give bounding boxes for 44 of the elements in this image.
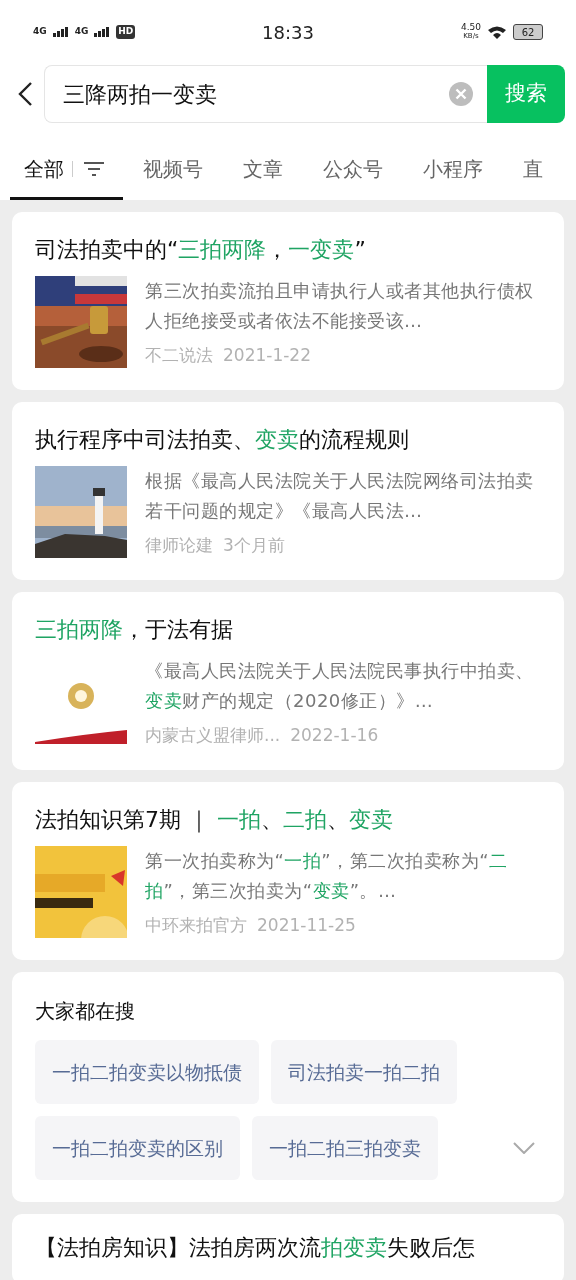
network-label: 4G <box>33 25 47 39</box>
result-title: 司法拍卖中的“三拍两降，一变卖” <box>35 236 367 264</box>
result-date: 3个月前 <box>223 534 285 557</box>
tab[interactable]: 小程序 <box>403 140 503 200</box>
result-card[interactable]: 执行程序中司法拍卖、变卖的流程规则 根据《最高人民法院关于人民法院网络司法拍卖若干问题的规定》《最高人民法… 律师论建 3个月前 <box>12 402 564 580</box>
result-date: 2022-1-16 <box>290 724 379 747</box>
tab[interactable]: 文章 <box>223 140 303 200</box>
result-source: 不二说法 <box>145 344 213 367</box>
result-date: 2021-1-22 <box>223 344 311 367</box>
result-source: 律师论建 <box>145 534 213 557</box>
result-date: 2021-11-25 <box>257 914 356 937</box>
result-snippet: 《最高人民法院关于人民法院民事执行中拍卖、 变卖财产的规定（2020修正）》… <box>145 659 535 713</box>
hd-badge: HD <box>116 25 136 39</box>
network-label: 4G <box>74 25 89 39</box>
tab[interactable]: 视频号 <box>123 140 223 200</box>
signal-icon <box>94 27 111 37</box>
signal-icon <box>52 27 69 37</box>
result-card[interactable]: 【法拍房知识】法拍房两次流拍变卖失败后怎 <box>12 1214 564 1280</box>
result-title: 三拍两降，于法有据 <box>35 616 234 644</box>
suggestion-chip[interactable]: 司法拍卖一拍二拍 <box>271 1040 457 1104</box>
suggestions-title: 大家都在搜 <box>35 998 136 1025</box>
result-source: 内蒙古义盟律师... <box>145 724 281 747</box>
result-card[interactable]: 司法拍卖中的“三拍两降，一变卖” 第三次拍卖流拍且申请执行人或者其他执行债权人拒绝接受或者依法不能接受该… 不二说法 2021-1-22 <box>12 212 564 390</box>
tab[interactable]: 全部 <box>10 140 72 200</box>
result-title: 【法拍房知识】法拍房两次流拍变卖失败后怎 <box>35 1234 476 1262</box>
result-title: 执行程序中司法拍卖、变卖的流程规则 <box>35 426 410 454</box>
result-card[interactable]: 法拍知识第7期 ｜ 一拍、二拍、变卖 第一次拍卖称为“一拍”，第二次拍卖称为“二拍”，第三次拍卖为“变卖”。… 中环来拍官方 2021-11-25 <box>12 782 564 960</box>
network-speed: 4.50 <box>460 23 481 32</box>
result-title: 法拍知识第7期 ｜ 一拍、二拍、变卖 <box>35 806 394 835</box>
result-snippet: 第一次拍卖称为“一拍”，第二次拍卖称为“二拍”，第三次拍卖为“变卖”。… <box>145 849 509 903</box>
suggestion-chip[interactable]: 一拍二拍三拍变卖 <box>252 1116 438 1180</box>
tab[interactable]: 公众号 <box>303 140 403 200</box>
clock: 18:33 <box>261 20 315 45</box>
result-card[interactable]: 三拍两降，于法有据 《最高人民法院关于人民法院民事执行中拍卖、 变卖财产的规定（2020修正）》… 内蒙古义盟律师... 2022-1-16 <box>12 592 564 770</box>
wifi-icon <box>487 25 507 39</box>
battery-icon: 62 <box>513 24 543 40</box>
tab[interactable]: 直 <box>503 140 563 200</box>
filter-icon[interactable] <box>83 160 105 177</box>
search-field[interactable]: 三降两拍一变卖 <box>44 65 487 123</box>
suggestion-chip[interactable]: 一拍二拍变卖以物抵债 <box>35 1040 259 1104</box>
result-snippet: 第三次拍卖流拍且申请执行人或者其他执行债权人拒绝接受或者依法不能接受该… <box>145 279 535 333</box>
suggestion-chip[interactable]: 一拍二拍变卖的区别 <box>35 1116 240 1180</box>
result-source: 中环来拍官方 <box>145 914 247 937</box>
result-snippet: 根据《最高人民法院关于人民法院网络司法拍卖若干问题的规定》《最高人民法… <box>145 469 535 523</box>
